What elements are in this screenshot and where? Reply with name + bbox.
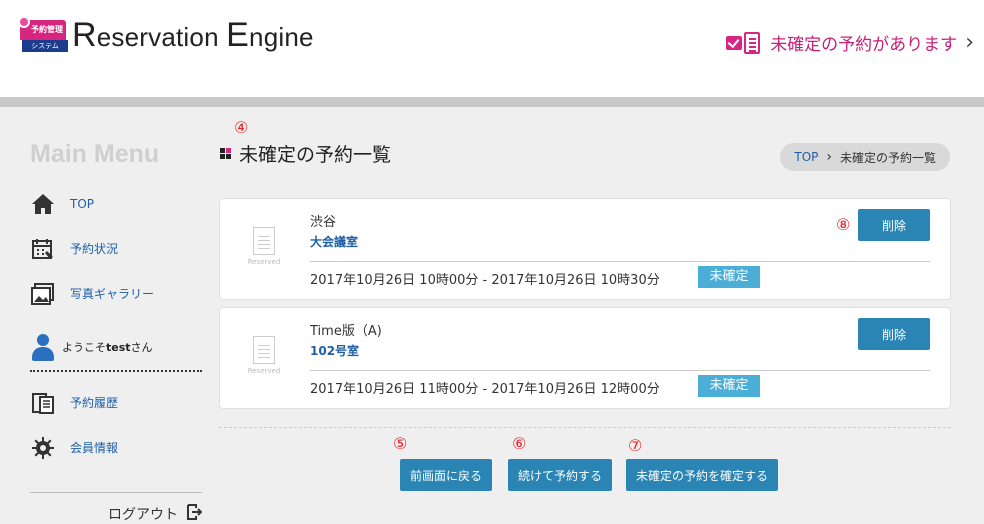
annotation-8: ⑧ — [836, 215, 851, 234]
logo[interactable]: 予約管理 システム Reservation Engine — [18, 16, 314, 54]
sidebar-item-member-info[interactable]: 会員情報 — [30, 425, 202, 470]
logo-badge-bottom: システム — [22, 40, 68, 52]
breadcrumb-top-link[interactable]: TOP — [794, 150, 818, 164]
document-icon — [744, 31, 761, 54]
logout-icon — [186, 503, 203, 524]
header: 予約管理 システム Reservation Engine 未確定の予約があります… — [0, 0, 984, 97]
reservation-place: 渋谷 — [310, 215, 337, 230]
sidebar-item-label: 会員情報 — [70, 441, 119, 455]
username: test — [106, 340, 131, 354]
sidebar-item-label: 写真ギャラリー — [70, 287, 155, 301]
breadcrumb: TOP › 未確定の予約一覧 — [780, 143, 950, 171]
chevron-right-icon: › — [826, 149, 832, 165]
sidebar-item-top[interactable]: TOP — [30, 181, 202, 226]
sidebar-item-photo-gallery[interactable]: 写真ギャラリー — [30, 271, 202, 316]
title-marker-icon — [220, 148, 231, 159]
user-icon — [30, 332, 56, 362]
photo-icon — [30, 281, 56, 307]
menu-title: Main Menu — [30, 140, 160, 168]
pending-reservations-link[interactable]: 未確定の予約があります › — [726, 30, 974, 55]
status-badge: 未確定 — [698, 375, 760, 397]
sidebar: Main Menu TOP 予約状況 写真ギャラリー ようこそ test さん 予約… — [30, 140, 203, 523]
continue-reservation-button[interactable]: 続けて予約する — [508, 459, 612, 491]
sidebar-item-label: TOP — [70, 196, 95, 211]
reservation-datetime: 2017年10月26日 11時00分 - 2017年10月26日 12時00分 — [310, 382, 660, 397]
logo-text: Reservation Engine — [72, 16, 314, 54]
sidebar-item-reservation-history[interactable]: 予約履歴 — [30, 380, 202, 425]
reservation-thumbnail: Reserved — [244, 227, 284, 271]
welcome-message: ようこそ test さん — [30, 328, 202, 372]
reservation-room-link[interactable]: 102号室 — [310, 342, 359, 359]
home-icon — [30, 191, 56, 217]
thumbnail-caption: Reserved — [247, 367, 281, 375]
logout-label: ログアウト — [108, 507, 178, 523]
status-badge: 未確定 — [698, 266, 760, 288]
section-divider — [219, 427, 951, 428]
reservation-datetime: 2017年10月26日 10時00分 - 2017年10月26日 10時30分 — [310, 273, 660, 288]
delete-button[interactable]: 削除 — [858, 318, 930, 350]
reservation-card: Reserved 渋谷 大会議室 2017年10月26日 10時00分 - 20… — [219, 198, 951, 300]
document-icon — [253, 227, 275, 255]
annotation-6: ⑥ — [512, 434, 527, 453]
logo-badge: 予約管理 システム — [18, 16, 68, 52]
chevron-right-icon: › — [965, 29, 974, 55]
logout-link[interactable]: ログアウト — [30, 492, 203, 524]
calendar-icon — [30, 236, 56, 262]
back-button[interactable]: 前画面に戻る — [400, 459, 492, 491]
gear-icon — [30, 435, 56, 461]
reservation-place: Time版（A) — [310, 324, 382, 339]
thumbnail-caption: Reserved — [247, 258, 281, 266]
check-icon — [726, 35, 743, 50]
flower-icon — [18, 16, 30, 28]
card-divider — [310, 370, 930, 371]
breadcrumb-current: 未確定の予約一覧 — [839, 150, 936, 165]
header-divider — [0, 97, 984, 107]
document-icon — [253, 336, 275, 364]
sidebar-item-reservation-status[interactable]: 予約状況 — [30, 226, 202, 271]
annotation-4: ④ — [234, 118, 249, 137]
history-icon — [30, 390, 56, 416]
reservation-room-link[interactable]: 大会議室 — [310, 233, 358, 250]
reservation-card: Reserved Time版（A) 102号室 2017年10月26日 11時0… — [219, 307, 951, 409]
card-divider — [310, 261, 930, 262]
reservation-thumbnail: Reserved — [244, 336, 284, 380]
sidebar-item-label: 予約履歴 — [70, 396, 119, 410]
sidebar-item-label: 予約状況 — [70, 242, 119, 256]
annotation-5: ⑤ — [393, 434, 408, 453]
pending-link-label: 未確定の予約があります — [770, 35, 958, 55]
annotation-7: ⑦ — [628, 436, 643, 455]
confirm-reservations-button[interactable]: 未確定の予約を確定する — [626, 459, 778, 491]
page-title: 未確定の予約一覧 — [220, 140, 391, 167]
delete-button[interactable]: 削除 — [858, 209, 930, 241]
